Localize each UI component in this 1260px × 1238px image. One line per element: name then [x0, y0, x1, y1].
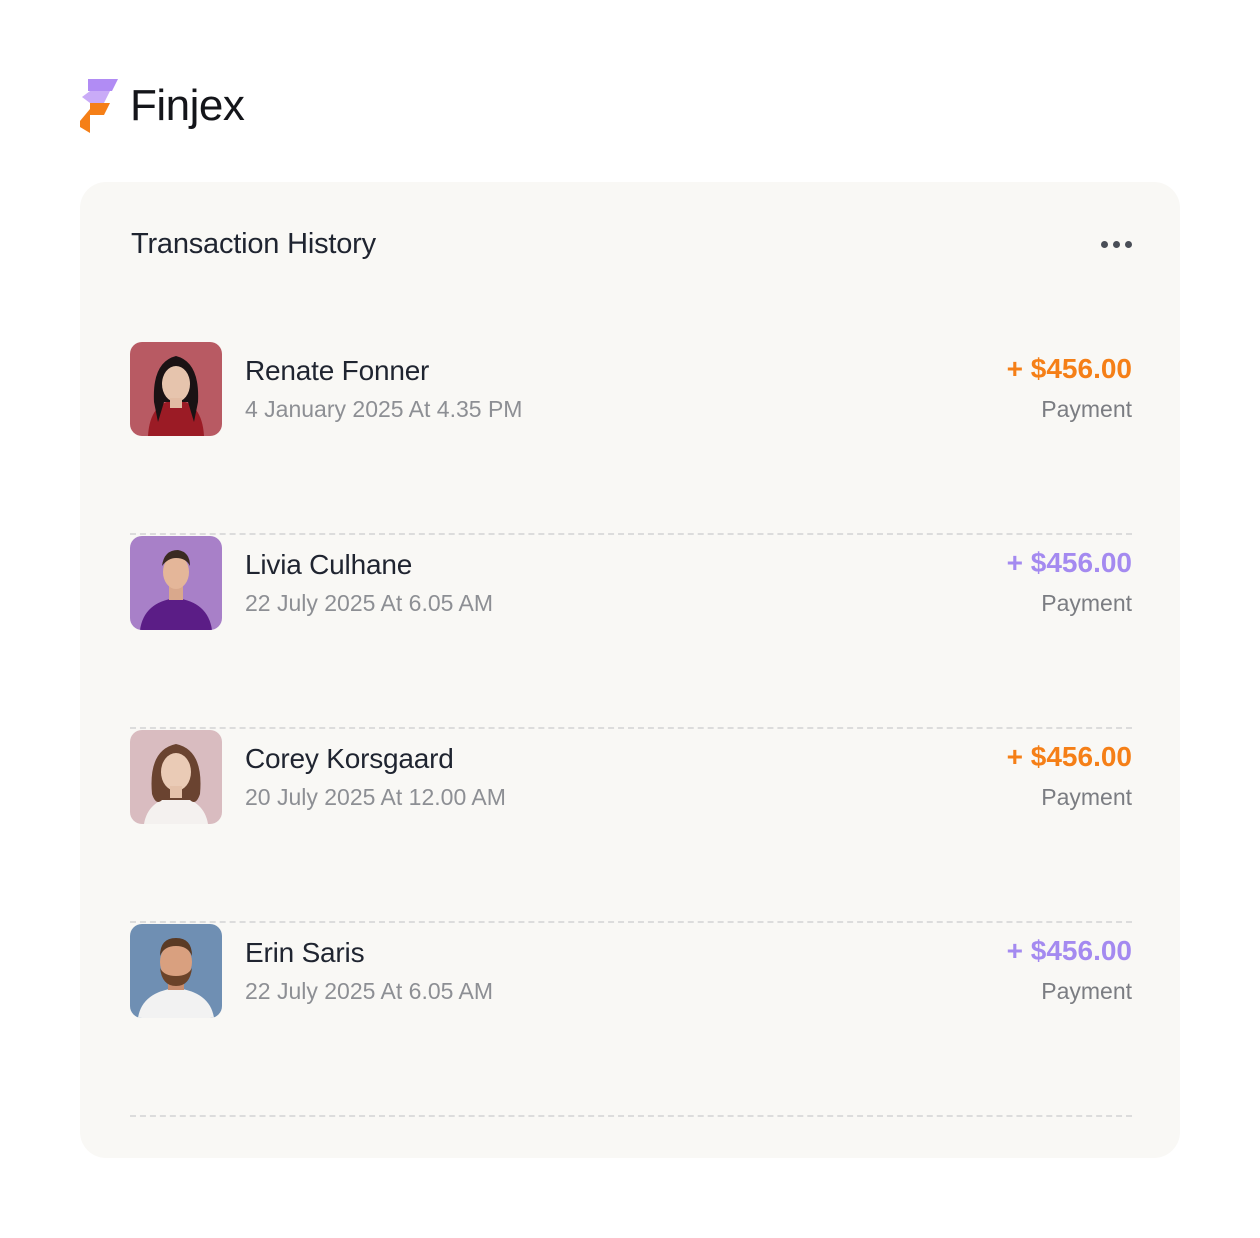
transaction-type: Payment: [1041, 396, 1132, 422]
more-dot: [1112, 240, 1120, 248]
transaction-name: Renate Fonner: [245, 355, 430, 386]
transaction-date: 22 July 2025 At 6.05 AM: [245, 978, 494, 1004]
avatar: [130, 536, 222, 630]
transaction-row[interactable]: Corey Korsgaard 20 July 2025 At 12.00 AM…: [130, 730, 1132, 923]
avatar: [130, 342, 222, 436]
brand-name: Finjex: [130, 81, 245, 130]
transaction-date: 4 January 2025 At 4.35 PM: [245, 396, 523, 422]
transaction-history-card: Transaction History Renate Fonner 4 Janu…: [80, 182, 1180, 1158]
transaction-date: 20 July 2025 At 12.00 AM: [245, 784, 506, 810]
more-dot: [1124, 240, 1132, 248]
transaction-name: Erin Saris: [245, 937, 365, 968]
transaction-row[interactable]: Livia Culhane 22 July 2025 At 6.05 AM + …: [130, 536, 1132, 729]
more-horizontal-icon: [1100, 240, 1108, 248]
transaction-amount: + $456.00: [1006, 353, 1132, 384]
card-title: Transaction History: [131, 228, 376, 260]
transaction-type: Payment: [1041, 784, 1132, 810]
transaction-amount: + $456.00: [1006, 741, 1132, 772]
transaction-amount: + $456.00: [1006, 935, 1132, 966]
transaction-date: 22 July 2025 At 6.05 AM: [245, 590, 494, 616]
avatar: [130, 924, 222, 1018]
transaction-type: Payment: [1041, 590, 1132, 616]
transaction-name: Livia Culhane: [245, 549, 413, 580]
transaction-type: Payment: [1041, 978, 1132, 1004]
transaction-amount: + $456.00: [1006, 547, 1132, 578]
more-options-button[interactable]: [1090, 230, 1142, 258]
transaction-row[interactable]: Erin Saris 22 July 2025 At 6.05 AM + $45…: [130, 924, 1132, 1117]
brand: Finjex: [80, 78, 245, 134]
avatar: [130, 730, 222, 824]
transaction-list: Renate Fonner 4 January 2025 At 4.35 PM …: [130, 342, 1132, 1117]
transaction-row[interactable]: Renate Fonner 4 January 2025 At 4.35 PM …: [130, 342, 1132, 535]
transaction-name: Corey Korsgaard: [245, 743, 454, 774]
finjex-logo-icon: [80, 79, 118, 133]
